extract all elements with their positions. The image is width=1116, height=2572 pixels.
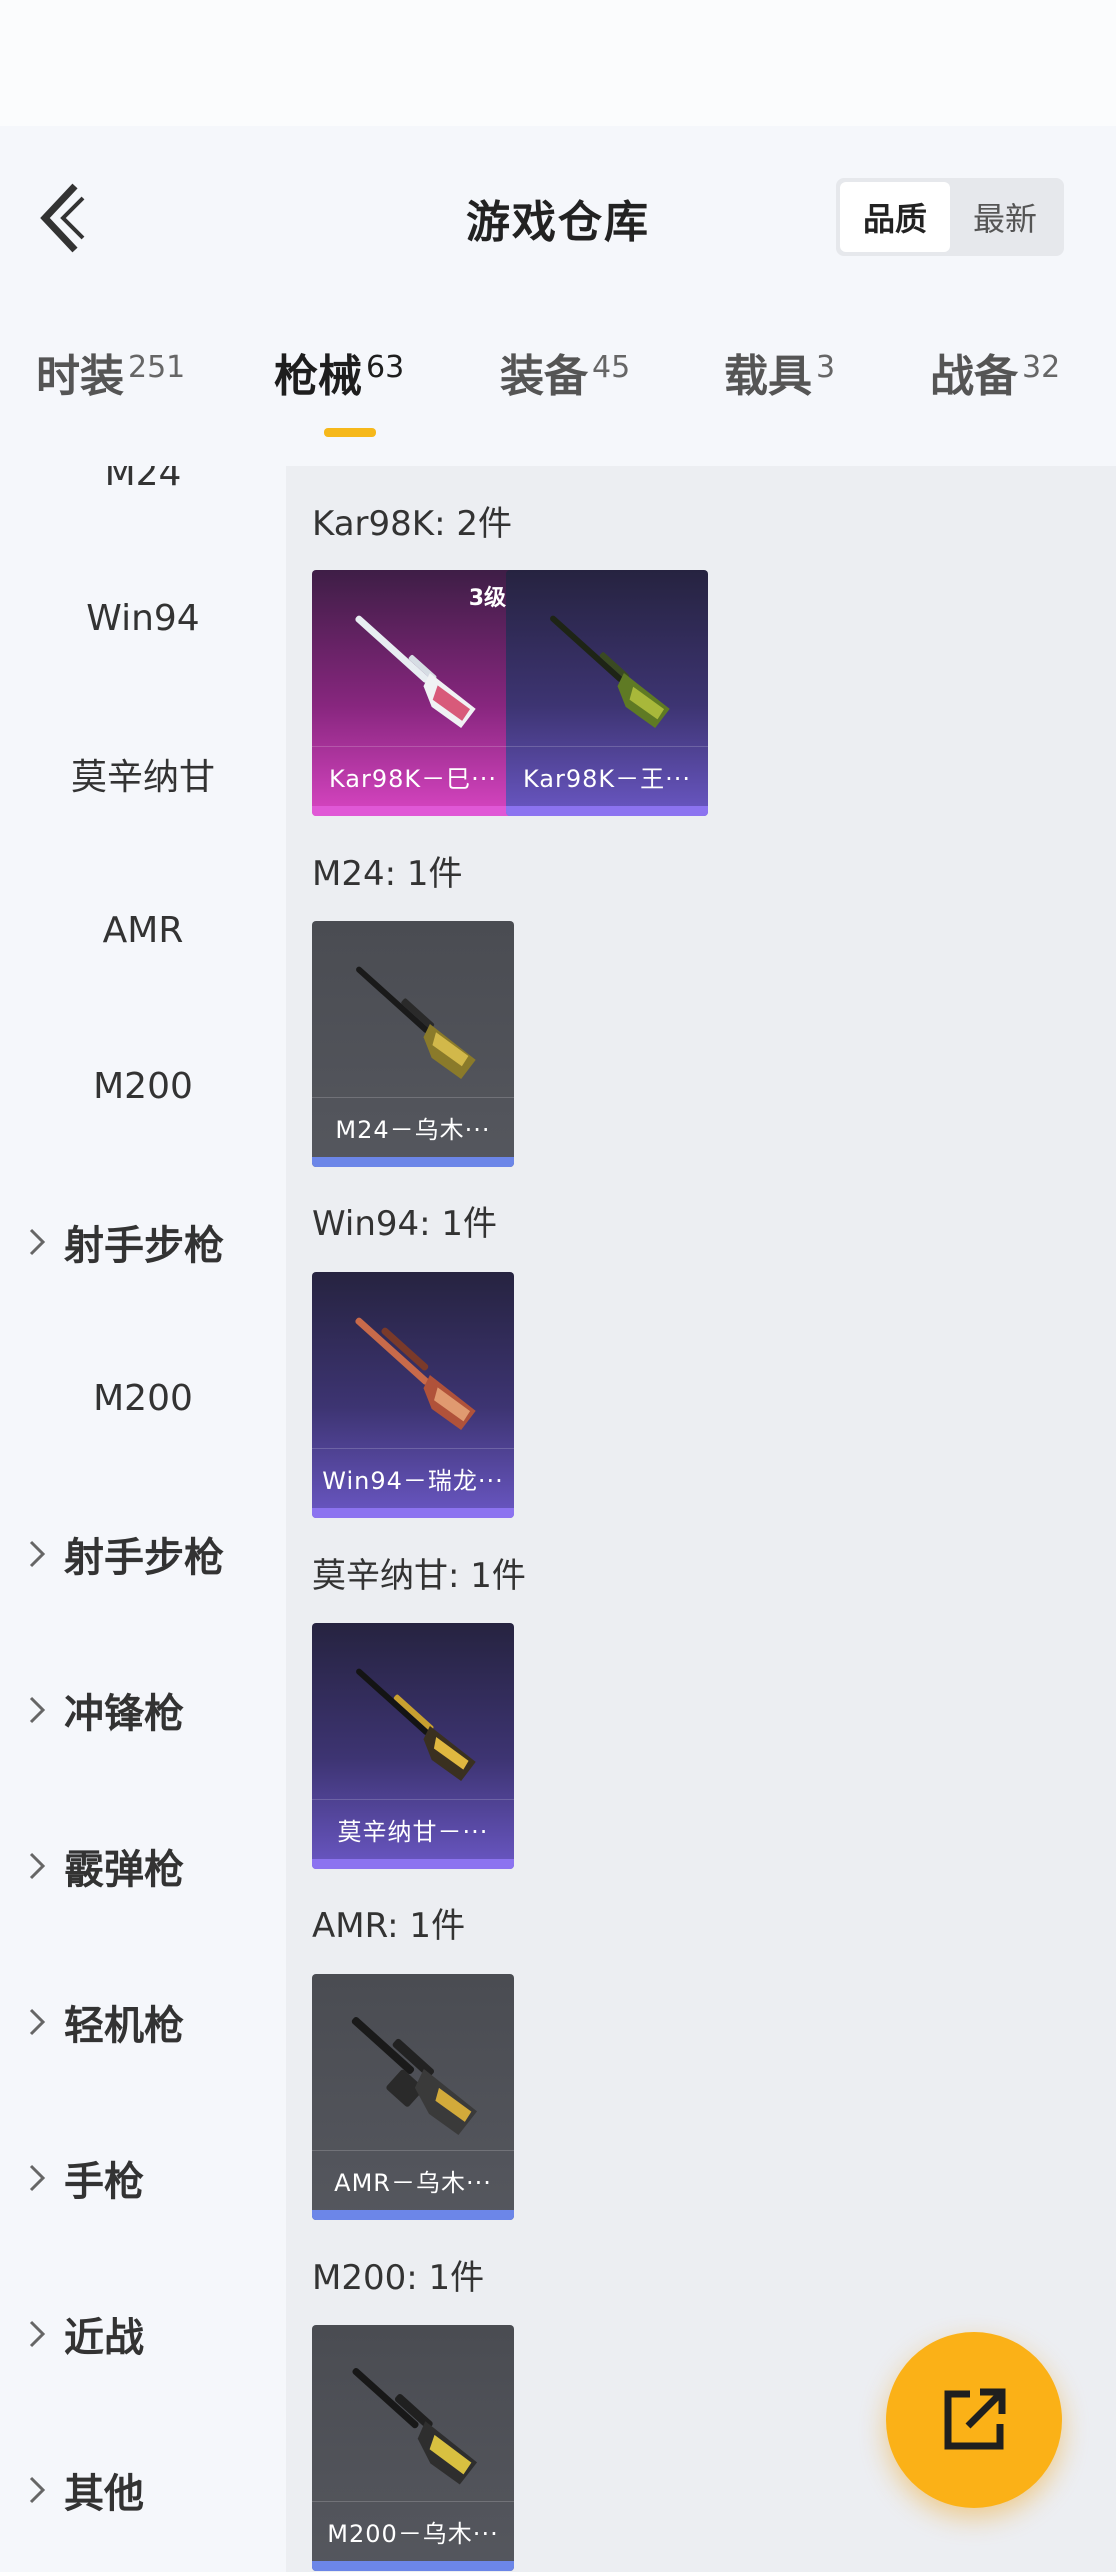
weapon-name: AMR－乌木··· bbox=[312, 2150, 514, 2210]
quality-bar bbox=[312, 806, 514, 816]
sidebar-category-label: 近战 bbox=[64, 2315, 144, 2361]
sidebar-item-m200[interactable]: M200 bbox=[0, 1353, 286, 1443]
tab-count: 251 bbox=[128, 350, 186, 385]
quality-bar bbox=[312, 1508, 514, 1518]
weapon-name: Kar98K－巳··· bbox=[312, 746, 514, 806]
tab-label: 枪械 bbox=[274, 351, 362, 402]
rifle-icon bbox=[355, 1317, 476, 1431]
rifle-icon bbox=[351, 2016, 478, 2136]
group-title: 莫辛纳甘: 1件 bbox=[312, 1556, 526, 1596]
tab-equipment[interactable]: 装备 45 bbox=[500, 340, 630, 404]
tab-firearms[interactable]: 枪械 63 bbox=[274, 340, 404, 404]
weapon-card[interactable]: AMR－乌木··· bbox=[312, 1974, 514, 2220]
sidebar-category-dmr[interactable]: 射手步枪 bbox=[0, 1509, 286, 1599]
active-tab-indicator bbox=[324, 428, 376, 437]
rifle-icon bbox=[356, 1668, 476, 1782]
tab-count: 3 bbox=[816, 350, 836, 385]
chevron-right-icon bbox=[28, 2007, 54, 2037]
sort-quality-option[interactable]: 品质 bbox=[840, 182, 950, 252]
sidebar-category-melee[interactable]: 近战 bbox=[0, 2289, 286, 2379]
group-title: M200: 1件 bbox=[312, 2258, 485, 2298]
sidebar-category-lmg[interactable]: 轻机枪 bbox=[0, 1977, 286, 2067]
quality-bar bbox=[312, 1157, 514, 1167]
share-external-icon bbox=[944, 2388, 1006, 2450]
group-title: AMR: 1件 bbox=[312, 1906, 466, 1946]
weapon-card[interactable]: 3级 Kar98K－巳··· bbox=[312, 570, 514, 816]
group-title: M24: 1件 bbox=[312, 854, 463, 894]
tab-supplies[interactable]: 战备 32 bbox=[930, 340, 1060, 404]
rifle-icon bbox=[550, 615, 670, 729]
share-button[interactable] bbox=[886, 2332, 1062, 2508]
sidebar-item-amr[interactable]: AMR bbox=[0, 885, 286, 975]
sidebar-category-pistol[interactable]: 手枪 bbox=[0, 2133, 286, 2223]
status-bar bbox=[0, 0, 1116, 126]
sidebar-category-dmr[interactable]: 射手步枪 bbox=[0, 1197, 286, 1287]
weapon-card[interactable]: M200－乌木··· bbox=[312, 2325, 514, 2571]
quality-bar bbox=[312, 2561, 514, 2571]
quality-bar bbox=[506, 806, 708, 816]
chevron-right-icon bbox=[28, 1851, 54, 1881]
group-title: Kar98K: 2件 bbox=[312, 504, 512, 544]
weapon-name: 莫辛纳甘－··· bbox=[312, 1799, 514, 1859]
sidebar-item-m24[interactable]: M24 bbox=[0, 466, 286, 518]
tab-fashion[interactable]: 时装 251 bbox=[36, 340, 185, 404]
chevron-right-icon bbox=[28, 2163, 54, 2193]
sidebar-category-shotgun[interactable]: 霰弹枪 bbox=[0, 1821, 286, 1911]
sidebar-category-other[interactable]: 其他 bbox=[0, 2445, 286, 2535]
tab-count: 45 bbox=[592, 350, 631, 385]
weapon-sidebar: M24 Win94 莫辛纳甘 AMR M200 射手步枪 M200 射手步枪 冲… bbox=[0, 466, 286, 2572]
tab-label: 装备 bbox=[500, 351, 588, 402]
sidebar-category-label: 轻机枪 bbox=[64, 2003, 184, 2049]
chevron-right-icon bbox=[28, 1695, 54, 1725]
weapon-card[interactable]: Win94－瑞龙··· bbox=[312, 1272, 514, 1518]
sidebar-item-mosin[interactable]: 莫辛纳甘 bbox=[0, 729, 286, 819]
quality-bar bbox=[312, 2210, 514, 2220]
sidebar-item-win94[interactable]: Win94 bbox=[0, 573, 286, 663]
sidebar-category-label: 射手步枪 bbox=[64, 1223, 224, 1269]
sidebar-category-smg[interactable]: 冲锋枪 bbox=[0, 1665, 286, 1755]
sidebar-category-label: 其他 bbox=[64, 2471, 144, 2517]
sidebar-item-m200[interactable]: M200 bbox=[0, 1041, 286, 1131]
sidebar-category-label: 手枪 bbox=[64, 2159, 144, 2205]
weapon-name: M24－乌木··· bbox=[312, 1097, 514, 1157]
tab-label: 战备 bbox=[930, 351, 1018, 402]
weapon-name: M200－乌木··· bbox=[312, 2501, 514, 2561]
category-tabs: 时装 251 枪械 63 装备 45 载具 3 战备 32 bbox=[0, 340, 1116, 430]
inventory-content: Kar98K: 2件 3级 Kar98K－巳··· Kar98K－王··· M2 bbox=[286, 466, 1116, 2572]
tab-vehicles[interactable]: 载具 3 bbox=[724, 340, 835, 404]
sidebar-category-label: 射手步枪 bbox=[64, 1535, 224, 1581]
chevron-right-icon bbox=[28, 1539, 54, 1569]
tab-label: 载具 bbox=[724, 351, 812, 402]
weapon-name: Win94－瑞龙··· bbox=[312, 1448, 514, 1508]
rifle-icon bbox=[355, 615, 476, 729]
sidebar-category-label: 冲锋枪 bbox=[64, 1691, 184, 1737]
sort-toggle: 品质 最新 bbox=[836, 178, 1064, 256]
rifle-icon bbox=[356, 966, 476, 1080]
rifle-icon bbox=[352, 2367, 478, 2485]
tab-label: 时装 bbox=[36, 351, 124, 402]
weapon-card[interactable]: M24－乌木··· bbox=[312, 921, 514, 1167]
sidebar-category-label: 霰弹枪 bbox=[64, 1847, 184, 1893]
chevron-right-icon bbox=[28, 1227, 54, 1257]
weapon-card[interactable]: Kar98K－王··· bbox=[506, 570, 708, 816]
tab-count: 63 bbox=[366, 350, 405, 385]
tab-count: 32 bbox=[1022, 350, 1061, 385]
group-title: Win94: 1件 bbox=[312, 1204, 498, 1244]
chevron-right-icon bbox=[28, 2475, 54, 2505]
quality-bar bbox=[312, 1859, 514, 1869]
weapon-card[interactable]: 莫辛纳甘－··· bbox=[312, 1623, 514, 1869]
chevron-right-icon bbox=[28, 2319, 54, 2349]
sort-newest-option[interactable]: 最新 bbox=[950, 182, 1060, 252]
weapon-name: Kar98K－王··· bbox=[506, 746, 708, 806]
